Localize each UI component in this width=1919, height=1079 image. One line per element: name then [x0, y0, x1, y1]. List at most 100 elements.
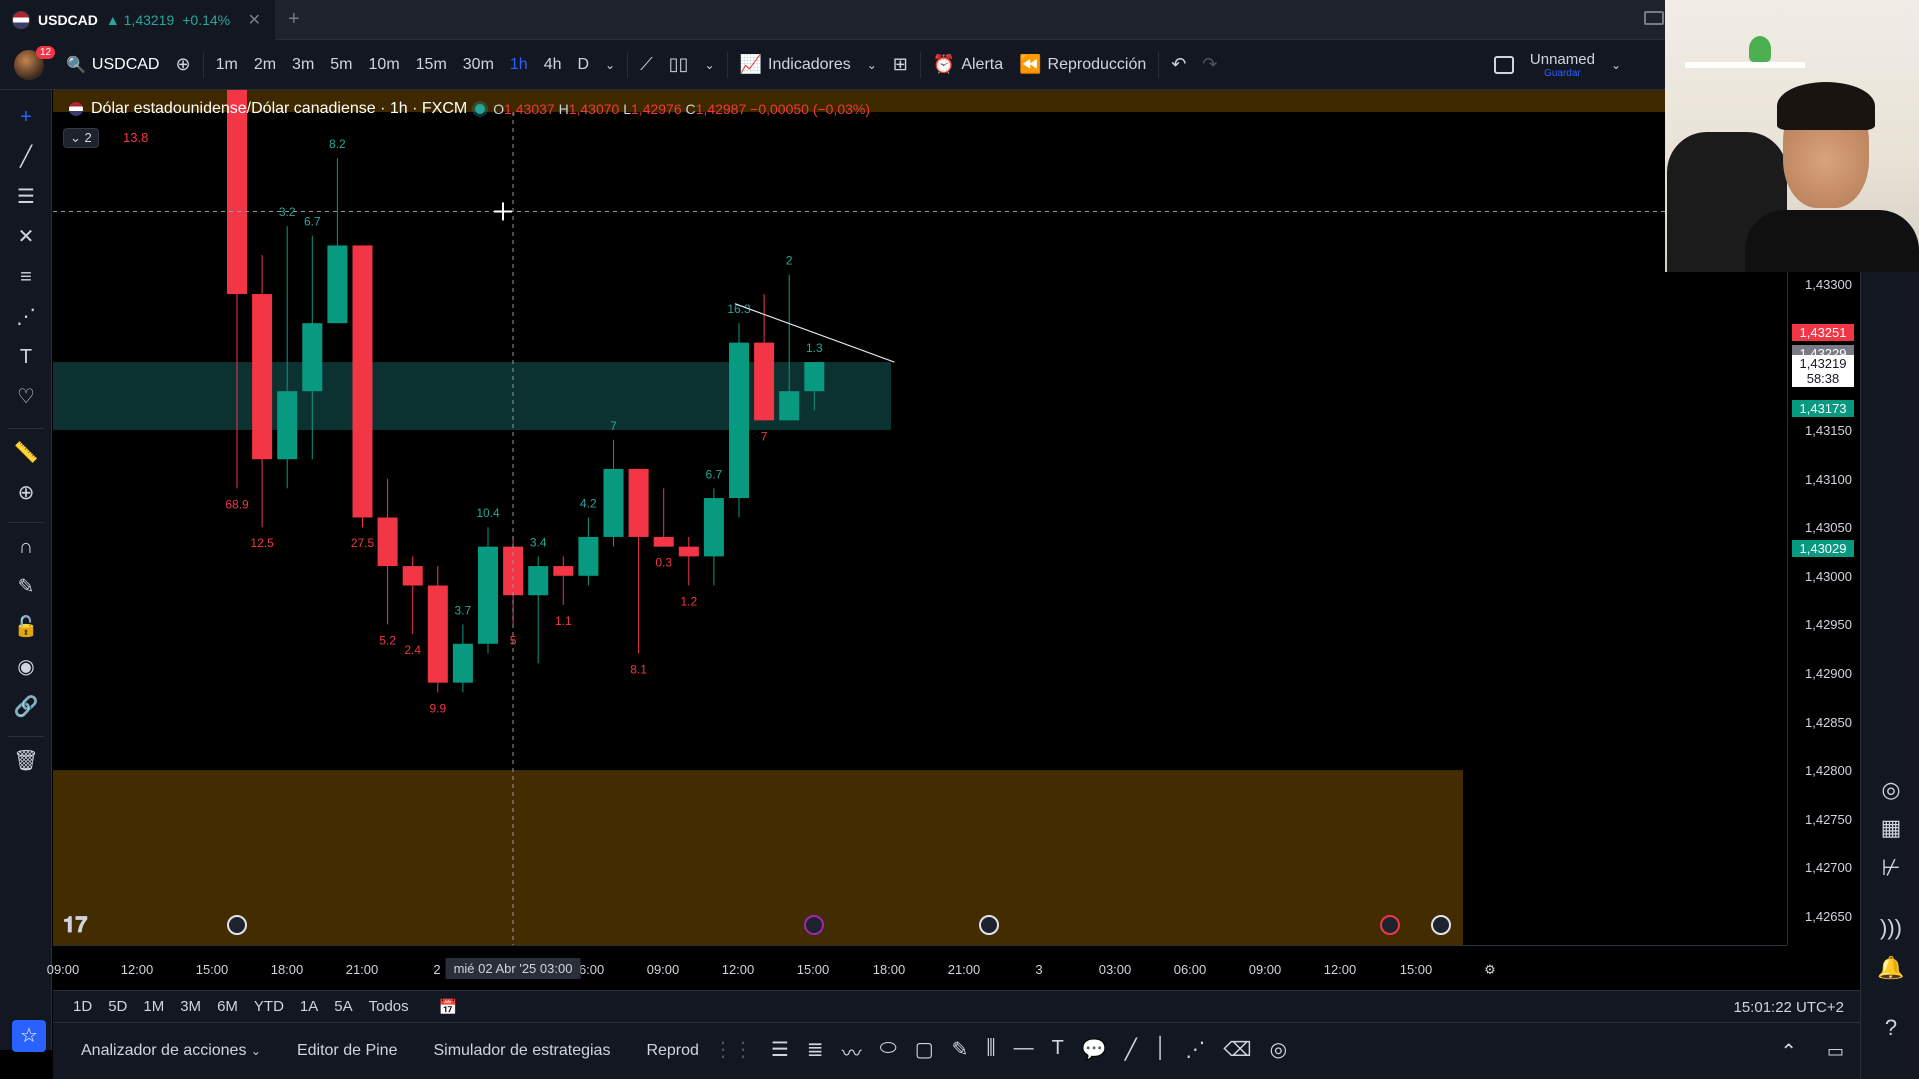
chevron-up-icon[interactable]: ⌃	[1766, 1039, 1811, 1064]
tab-replay[interactable]: Reprod	[628, 1042, 702, 1060]
strategy-icon[interactable]: ⊬	[1877, 854, 1905, 882]
undo-button[interactable]: ↶	[1163, 48, 1194, 82]
alert-button[interactable]: ⏰ Alerta	[925, 48, 1011, 82]
pattern-icon[interactable]: ⋰	[13, 304, 39, 330]
candles-button[interactable]: ▯▯	[661, 48, 697, 82]
profile-button[interactable]: 12	[10, 40, 58, 90]
interval-30m[interactable]: 30m	[455, 48, 502, 82]
range-1m[interactable]: 1M	[135, 998, 172, 1015]
interval-5m[interactable]: 5m	[322, 48, 360, 82]
interval-dropdown[interactable]: ⌄	[597, 48, 623, 82]
compare-button[interactable]: ⊕	[167, 48, 198, 82]
interval-1m[interactable]: 1m	[208, 48, 246, 82]
layout-toggle-button[interactable]	[1486, 48, 1522, 82]
price-tick: 1,43150	[1805, 423, 1852, 439]
pitchfork-icon[interactable]: ✕	[13, 224, 39, 250]
replay-label: Reproducción	[1047, 55, 1147, 73]
interval-2m[interactable]: 2m	[246, 48, 284, 82]
time-tick: 15:00	[195, 962, 229, 977]
candle-body	[227, 90, 247, 295]
stream-icon[interactable]: )))	[1877, 914, 1905, 942]
legend-title[interactable]: Dólar estadounidense/Dólar canadiense · …	[91, 100, 467, 118]
layout-dropdown[interactable]: ⌄	[1603, 48, 1629, 82]
candle-body	[703, 498, 724, 557]
settings-icon[interactable]: ⚙	[1484, 962, 1496, 978]
tab-pine-editor[interactable]: Editor de Pine	[279, 1042, 416, 1060]
interval-15m[interactable]: 15m	[408, 48, 455, 82]
fib-retracement-icon[interactable]: ≡	[13, 264, 39, 290]
chart-area[interactable]: 68.912.53.26.78.227.55.22.49.93.710.453.…	[53, 90, 1787, 945]
horizontal-lines-icon[interactable]: ☰	[13, 184, 39, 210]
brush-icon[interactable]: ✎	[952, 1037, 969, 1066]
close-icon[interactable]: ✕	[248, 10, 261, 30]
clock[interactable]: 15:01:22 UTC+2	[1734, 999, 1845, 1016]
callout-icon[interactable]: 💬	[1082, 1037, 1107, 1066]
ellipse-icon[interactable]: ⬭	[880, 1037, 897, 1066]
range-ytd[interactable]: YTD	[246, 998, 292, 1015]
target-icon[interactable]: ◎	[1270, 1037, 1287, 1066]
pattern-icon[interactable]: ⋰	[1185, 1037, 1205, 1066]
interval-d[interactable]: D	[569, 48, 597, 82]
candle-label: 1.2	[680, 595, 697, 609]
lock-icon[interactable]: 🔓	[13, 614, 39, 640]
line-chart-button[interactable]: ⟋	[632, 48, 661, 82]
v-line-icon[interactable]: │	[1155, 1037, 1168, 1066]
range-1d[interactable]: 1D	[65, 998, 100, 1015]
target-icon[interactable]: ◎	[1877, 776, 1905, 804]
templates-button[interactable]: ⊞	[885, 48, 916, 82]
interval-3m[interactable]: 3m	[284, 48, 322, 82]
interval-1h[interactable]: 1h	[502, 48, 536, 82]
fib-icon[interactable]: ≣	[807, 1037, 824, 1066]
interval-10m[interactable]: 10m	[361, 48, 408, 82]
eye-icon[interactable]: ◉	[13, 654, 39, 680]
redo-button[interactable]: ↷	[1194, 48, 1225, 82]
calendar-range-icon[interactable]: 📅	[431, 998, 466, 1016]
ruler-icon[interactable]: 📏	[13, 440, 39, 466]
range-1a[interactable]: 1A	[292, 998, 326, 1015]
range-5d[interactable]: 5D	[100, 998, 135, 1015]
maximize-icon[interactable]: ▭	[1811, 1041, 1860, 1062]
help-icon[interactable]: ?	[1877, 1014, 1905, 1042]
drag-handle-icon[interactable]: ⋮⋮	[713, 1037, 753, 1066]
candle-label: 8.1	[630, 663, 647, 677]
replay-button[interactable]: ⏪ Reproducción	[1011, 48, 1154, 82]
ray-icon[interactable]: ╱	[1125, 1037, 1137, 1066]
text-icon[interactable]: T	[13, 344, 39, 370]
bell-icon[interactable]: 🔔	[1877, 954, 1905, 982]
text-icon[interactable]: T	[1052, 1037, 1064, 1066]
window-icon[interactable]	[1644, 11, 1664, 25]
layout-name-button[interactable]: Unnamed Guardar	[1522, 48, 1603, 82]
path-icon[interactable]: 〰	[842, 1037, 862, 1066]
lines-icon[interactable]: ☰	[771, 1037, 789, 1066]
tab-usdcad[interactable]: USDCAD ▲ 1,43219 +0.14% ✕	[0, 0, 275, 40]
range-all[interactable]: Todos	[361, 998, 417, 1015]
indicators-dropdown[interactable]: ⌄	[859, 48, 885, 82]
magnet-icon[interactable]: ∩	[13, 534, 39, 560]
zoom-in-icon[interactable]: ⊕	[13, 480, 39, 506]
crosshair-icon[interactable]: +	[13, 104, 39, 130]
plus-icon[interactable]: +	[288, 8, 300, 31]
h-line-icon[interactable]: —	[1014, 1037, 1034, 1066]
tab-strategy-tester[interactable]: Simulador de estrategias	[415, 1042, 628, 1060]
range-6m[interactable]: 6M	[209, 998, 246, 1015]
interval-4h[interactable]: 4h	[536, 48, 570, 82]
tab-symbol: USDCAD	[38, 12, 98, 28]
time-axis[interactable]: 09:00 12:00 15:00 18:00 21:00 2 06:00 09:00 12:0…	[47, 945, 1787, 990]
rectangle-icon[interactable]: ▢	[915, 1037, 934, 1066]
bars-icon[interactable]: ⫼	[986, 1037, 995, 1066]
trend-line-icon[interactable]: ╱	[13, 144, 39, 170]
collapse-indicators-button[interactable]: ⌄ 2	[63, 128, 99, 148]
range-5a[interactable]: 5A	[326, 998, 360, 1015]
range-3m[interactable]: 3M	[172, 998, 209, 1015]
indicators-button[interactable]: 📈 Indicadores	[732, 48, 859, 82]
trash-icon[interactable]: 🗑	[13, 748, 39, 774]
symbol-search-button[interactable]: 🔍 USDCAD	[58, 48, 167, 82]
heart-icon[interactable]: ♡	[13, 384, 39, 410]
chart-type-dropdown[interactable]: ⌄	[697, 48, 723, 82]
star-icon[interactable]: ☆	[12, 1020, 46, 1052]
tab-stock-screener[interactable]: Analizador de acciones ⌄	[63, 1042, 279, 1060]
eraser-icon[interactable]: ⌫	[1223, 1037, 1251, 1066]
calendar-icon[interactable]: ▦	[1877, 814, 1905, 842]
link-icon[interactable]: 🔗	[13, 694, 39, 720]
draw-lock-icon[interactable]: ✎	[13, 574, 39, 600]
